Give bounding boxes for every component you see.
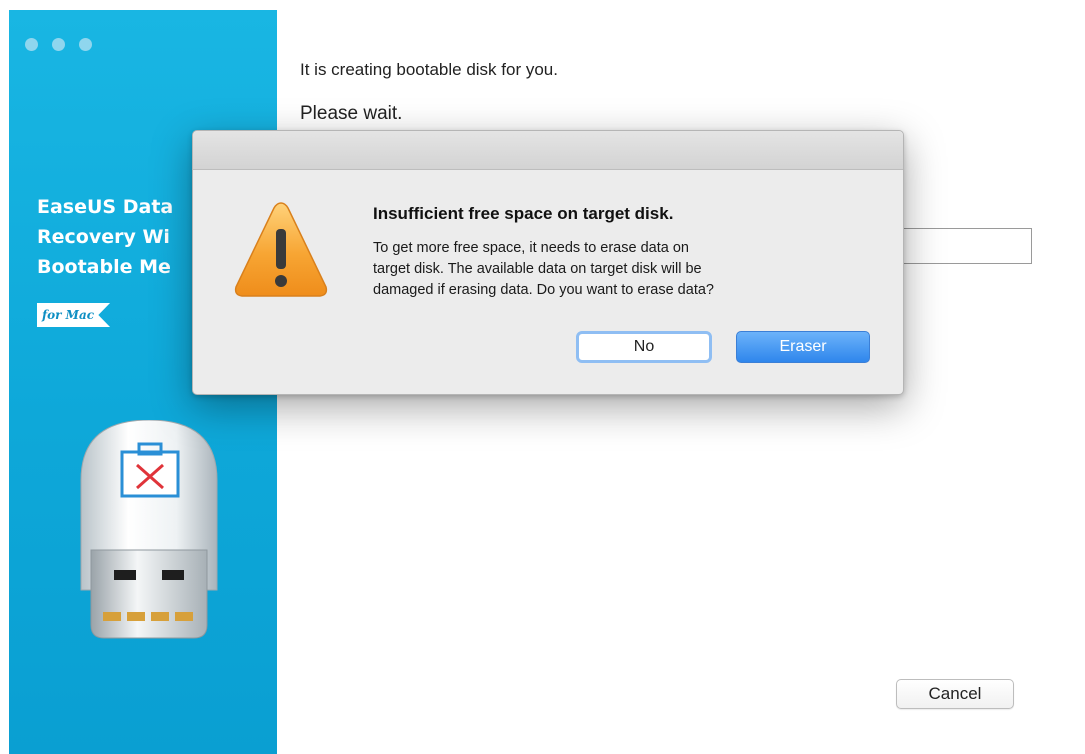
usb-drive-icon [69,419,239,650]
warning-icon [233,199,329,301]
for-mac-badge: for Mac [37,303,111,327]
product-title-line-2: Recovery Wi [37,226,170,248]
no-button[interactable]: No [576,331,712,363]
close-window-button[interactable] [25,38,38,51]
dialog-message-line-3: damaged if erasing data. Do you want to … [373,282,714,298]
cancel-button[interactable]: Cancel [896,679,1014,709]
zoom-window-button[interactable] [79,38,92,51]
product-title-line-3: Bootable Me [37,256,171,278]
dialog-title: Insufficient free space on target disk. [373,204,674,223]
minimize-window-button[interactable] [52,38,65,51]
dialog-message-line-1: To get more free space, it needs to eras… [373,240,689,256]
dialog-message: To get more free space, it needs to eras… [373,238,873,301]
product-title: EaseUS Data Recovery Wi Bootable Me [37,192,173,282]
app-window: EaseUS Data Recovery Wi Bootable Me for … [0,0,1085,754]
status-message: It is creating bootable disk for you. [300,60,558,79]
dialog-message-line-2: target disk. The available data on targe… [373,261,702,277]
dialog-titlebar [193,131,903,170]
wait-message: Please wait. [300,103,403,124]
product-title-line-1: EaseUS Data [37,196,174,218]
alert-dialog: Insufficient free space on target disk. … [192,130,904,395]
eraser-button[interactable]: Eraser [736,331,870,363]
